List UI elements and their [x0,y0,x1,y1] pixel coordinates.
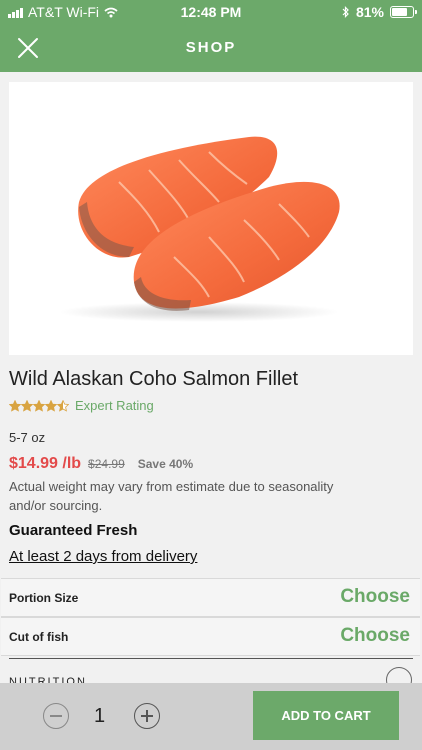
portion-size-label: Portion Size [9,591,79,605]
section-divider [9,658,413,659]
rating-label[interactable]: Expert Rating [75,398,154,413]
product-size: 5-7 oz [9,430,46,445]
product-name: Wild Alaskan Coho Salmon Fillet [9,368,299,390]
battery-icon [390,6,417,18]
decrease-quantity-button[interactable] [43,703,69,729]
star-icon [33,399,45,412]
page-title: SHOP [185,39,237,56]
weight-note: Actual weight may vary from estimate due… [9,479,334,513]
portion-size-choose-button[interactable]: Choose [340,586,410,608]
battery-level [392,8,407,16]
minus-icon [50,715,62,717]
cut-of-fish-row[interactable]: Cut of fish Choose [1,617,420,656]
star-icon [21,399,33,412]
add-to-cart-button[interactable]: ADD TO CART [253,691,399,740]
savings-badge: Save 40% [137,457,194,471]
delivery-link[interactable]: At least 2 days from delivery [9,548,197,565]
original-price: $24.99 [88,457,125,471]
star-icon [45,399,57,412]
cut-of-fish-label: Cut of fish [9,630,69,644]
star-icon [9,399,21,412]
star-icon [57,399,69,412]
portion-size-row[interactable]: Portion Size Choose [1,578,420,617]
quantity-value: 1 [94,705,106,727]
battery-percent: 81% [355,4,384,20]
increase-quantity-button[interactable] [134,703,160,729]
product-image [9,82,413,355]
price-row: $14.99 /lb $24.99 Save 40% [9,455,193,473]
bluetooth-icon [342,6,349,18]
current-price: $14.99 /lb [9,455,82,472]
status-bar: AT&T Wi-Fi 12:48 PM 81% [0,0,422,24]
cart-bar: 1 ADD TO CART [0,683,422,750]
salmon-fillet-image [59,136,340,322]
guarantee-title: Guaranteed Fresh [9,522,138,539]
nav-bar: SHOP [0,24,422,72]
rating-stars [9,399,69,412]
cut-of-fish-choose-button[interactable]: Choose [340,625,410,647]
expert-rating[interactable]: Expert Rating [9,398,154,413]
